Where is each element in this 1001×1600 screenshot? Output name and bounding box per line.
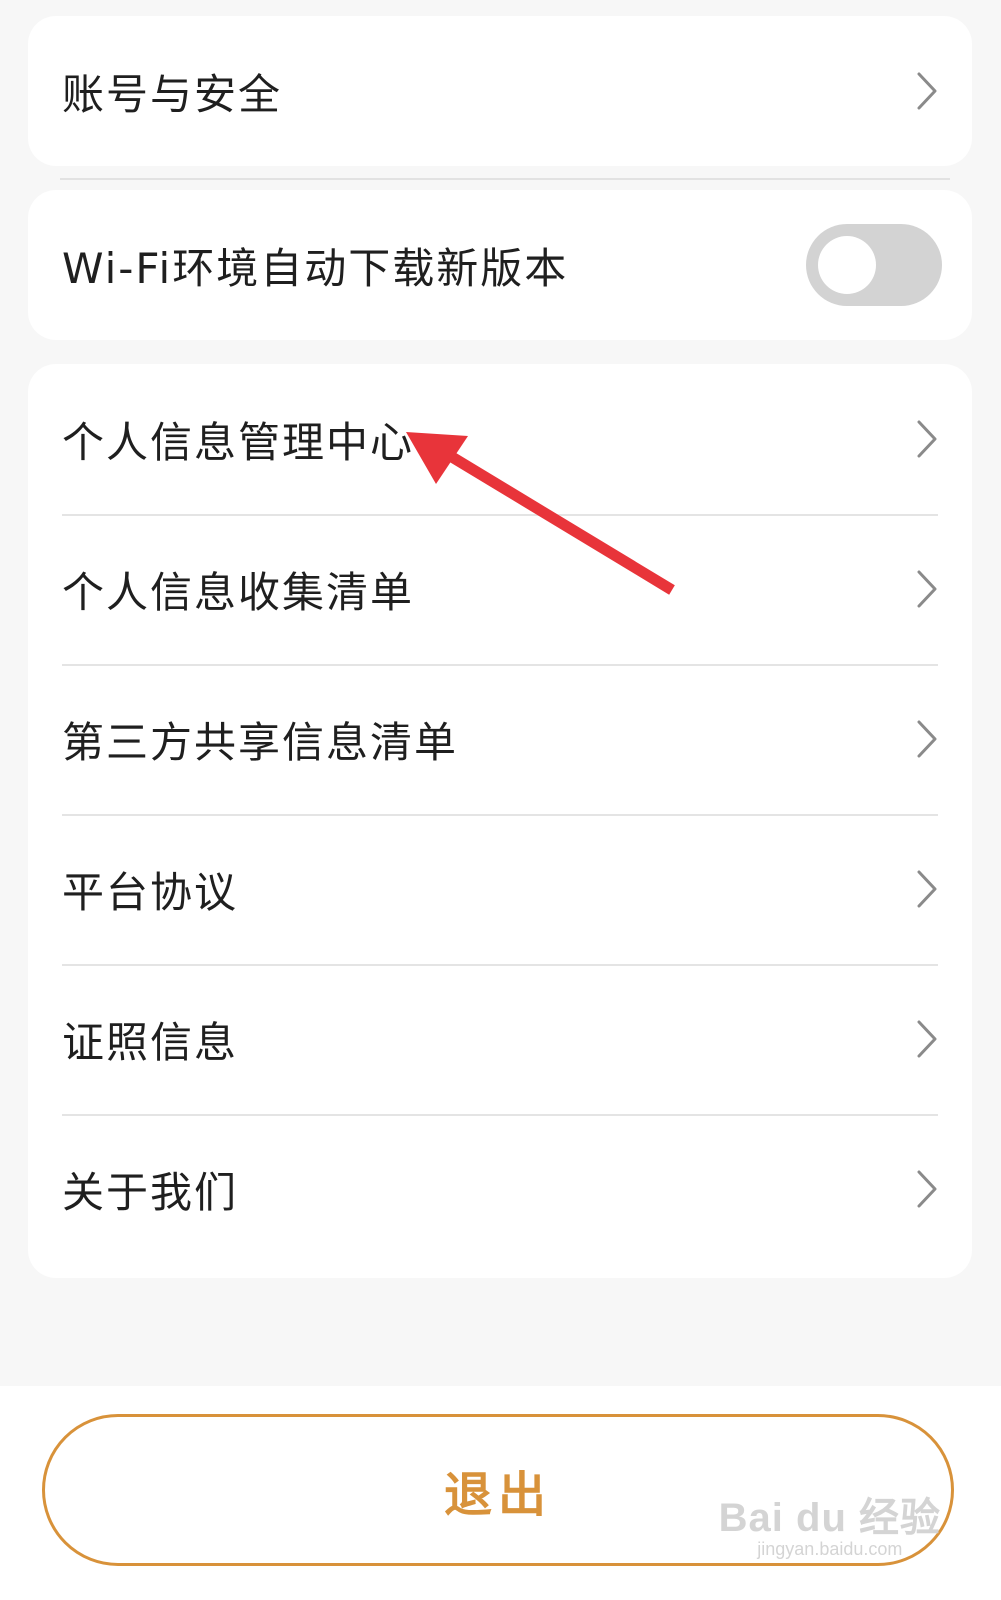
- row-divider: [62, 814, 938, 816]
- row-divider: [62, 664, 938, 666]
- section-divider: [60, 178, 950, 180]
- chevron-right-icon: [917, 1020, 937, 1058]
- chevron-right-icon: [917, 570, 937, 608]
- list-item-label: 平台协议: [62, 867, 239, 917]
- account-security-label: 账号与安全: [62, 69, 283, 119]
- info-list-card: 个人信息管理中心 个人信息收集清单 第三方共享信息清单 平台协议 证照信息 关于: [28, 364, 972, 1278]
- logout-label: 退出: [443, 1467, 552, 1523]
- list-item-platform-agreement[interactable]: 平台协议: [28, 814, 972, 964]
- list-item-about-us[interactable]: 关于我们: [28, 1114, 972, 1264]
- list-item-third-party-sharing[interactable]: 第三方共享信息清单: [28, 664, 972, 814]
- chevron-right-icon: [917, 420, 937, 458]
- list-item-label: 第三方共享信息清单: [62, 717, 459, 767]
- chevron-right-icon: [917, 720, 937, 758]
- list-item-personal-info-collection[interactable]: 个人信息收集清单: [28, 514, 972, 664]
- list-item-personal-info-center[interactable]: 个人信息管理中心: [28, 364, 972, 514]
- bottom-bar: 退出: [0, 1386, 1001, 1600]
- chevron-right-icon: [917, 870, 937, 908]
- toggle-knob: [818, 236, 876, 294]
- account-card: 账号与安全: [28, 16, 972, 166]
- list-item-label: 个人信息管理中心: [62, 417, 415, 467]
- logout-button[interactable]: 退出: [42, 1414, 954, 1566]
- chevron-right-icon: [917, 72, 937, 110]
- list-item-label: 关于我们: [62, 1167, 239, 1217]
- row-divider: [62, 964, 938, 966]
- chevron-right-icon: [917, 1170, 937, 1208]
- wifi-auto-update-row: Wi-Fi环境自动下载新版本: [28, 190, 972, 340]
- wifi-auto-update-label: Wi-Fi环境自动下载新版本: [62, 243, 569, 293]
- list-item-label: 个人信息收集清单: [62, 567, 415, 617]
- account-security-row[interactable]: 账号与安全: [28, 16, 972, 166]
- row-divider: [62, 1114, 938, 1116]
- wifi-auto-update-toggle[interactable]: [806, 224, 942, 306]
- wifi-update-card: Wi-Fi环境自动下载新版本: [28, 190, 972, 340]
- list-item-license-info[interactable]: 证照信息: [28, 964, 972, 1114]
- row-divider: [62, 514, 938, 516]
- list-item-label: 证照信息: [62, 1017, 239, 1067]
